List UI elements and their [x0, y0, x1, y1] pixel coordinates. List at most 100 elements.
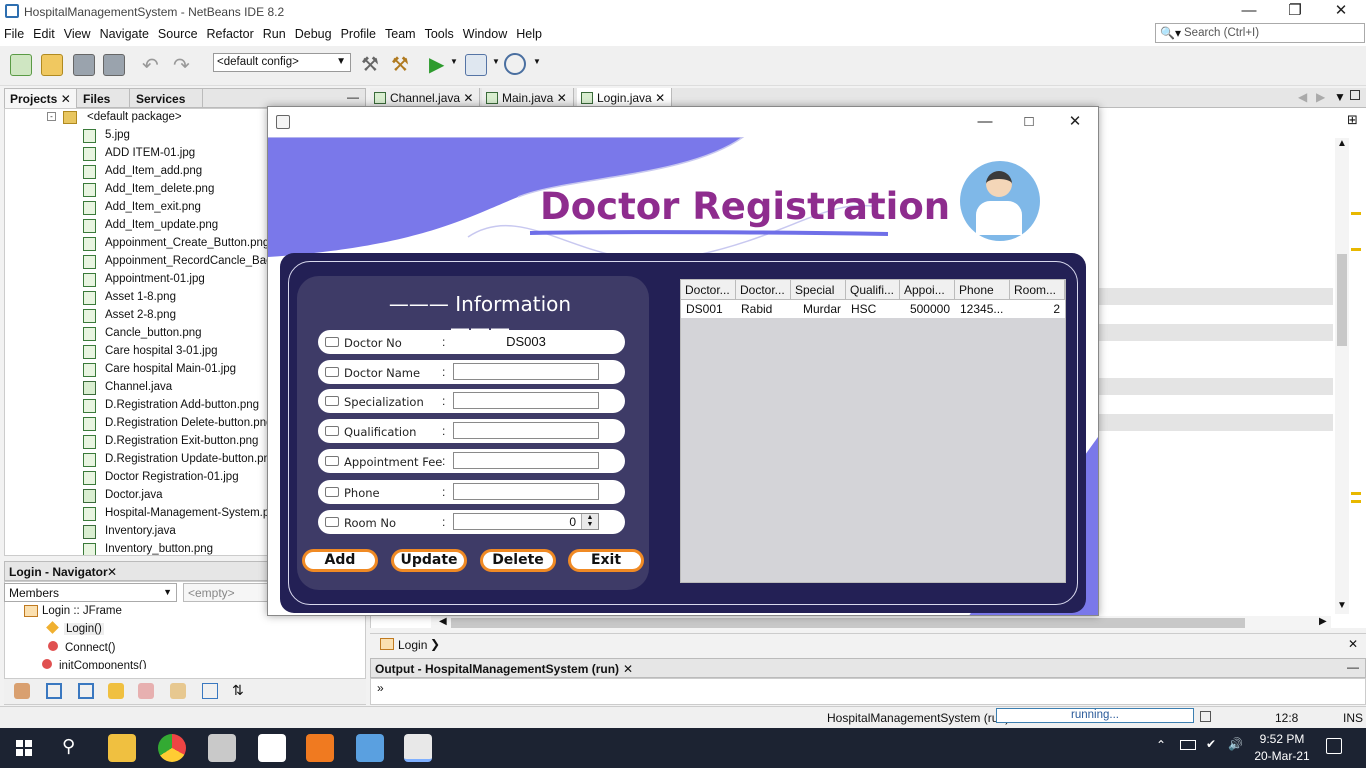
navigator-root[interactable]: Login :: JFrame [10, 605, 122, 623]
members-select[interactable]: Members ▼ [4, 583, 177, 602]
close-icon[interactable]: ✕ [61, 92, 71, 106]
close-icon[interactable]: ✕ [107, 565, 117, 579]
scroll-right-icon[interactable]: ▶ [1316, 90, 1325, 104]
profile-dropdown-icon[interactable]: ▼ [533, 57, 541, 66]
table-column-header[interactable]: Qualifi... [846, 280, 900, 300]
split-icon[interactable]: ⊞ [1347, 112, 1358, 128]
profile-icon[interactable] [504, 53, 526, 75]
breadcrumb-item[interactable]: Login [398, 638, 427, 652]
table-column-header[interactable]: Appoi... [900, 280, 955, 300]
chevron-up-icon[interactable]: ⌃ [1156, 738, 1166, 752]
xampp-icon[interactable] [306, 734, 334, 762]
scroll-up-icon[interactable]: ▲ [1337, 138, 1347, 149]
scroll-left-icon[interactable]: ◀ [1298, 90, 1307, 104]
wifi-icon[interactable]: ✔ [1206, 737, 1216, 751]
menu-source[interactable]: Source [154, 24, 203, 41]
menu-view[interactable]: View [60, 24, 96, 41]
java-app-icon[interactable] [404, 734, 432, 762]
doctor-table[interactable]: Doctor... Doctor... Special Qualifi... Appoi… [680, 279, 1066, 583]
clean-build-icon[interactable]: ⚒ [391, 52, 409, 77]
menu-file[interactable]: File [0, 24, 29, 41]
collapse-icon[interactable]: - [47, 112, 56, 121]
minimize-panel-icon[interactable]: — [347, 90, 359, 104]
table-column-header[interactable]: Phone [955, 280, 1010, 300]
navigator-item[interactable]: initComponents() [42, 659, 147, 669]
menu-run[interactable]: Run [259, 24, 291, 41]
filter-icon[interactable] [138, 683, 154, 699]
restore-button[interactable]: ❐ [1272, 0, 1318, 24]
spinner-arrows-icon[interactable]: ▲ ▼ [581, 514, 598, 529]
add-button[interactable]: Add [302, 549, 378, 572]
scroll-down-icon[interactable]: ▼ [1337, 600, 1347, 611]
menu-profile[interactable]: Profile [337, 24, 381, 41]
field-input[interactable] [453, 452, 599, 469]
debug-icon[interactable] [465, 54, 487, 76]
new-project-icon[interactable] [41, 54, 63, 76]
scroll-left-icon[interactable]: ◀ [439, 616, 447, 627]
battery-icon[interactable] [1180, 740, 1196, 750]
sort-icon[interactable]: ⇅ [232, 682, 244, 699]
tab-login-java[interactable]: Login.java ✕ [577, 88, 673, 108]
build-hammer-icon[interactable]: ⚒ [361, 52, 379, 77]
field-input[interactable] [453, 483, 599, 500]
field-input[interactable] [453, 363, 599, 380]
navigator-item[interactable]: Login() [46, 621, 104, 641]
paint-app-icon[interactable] [208, 734, 236, 762]
redo-icon[interactable]: ↷ [173, 53, 190, 78]
menu-debug[interactable]: Debug [291, 24, 337, 41]
sort-icon[interactable] [202, 683, 218, 699]
filter-icon[interactable] [14, 683, 30, 699]
navigator-filter[interactable]: <empty> [183, 583, 273, 602]
table-row[interactable]: DS001 Rabid Murdar HSC 500000 12345... 2 [681, 300, 1065, 318]
filter-icon[interactable] [46, 683, 62, 699]
table-column-header[interactable]: Doctor... [736, 280, 791, 300]
close-button[interactable]: ✕ [1318, 0, 1364, 24]
maximize-icon[interactable] [1350, 90, 1360, 100]
scrollbar-thumb[interactable] [1337, 254, 1347, 346]
maximize-button[interactable]: □ [1006, 111, 1052, 135]
tab-channel-java[interactable]: Channel.java ✕ [370, 88, 481, 108]
scrollbar-thumb[interactable] [451, 618, 1245, 628]
delete-button[interactable]: Delete [480, 549, 556, 572]
taskbar-clock[interactable]: 9:52 PM 20-Mar-21 [1250, 731, 1314, 765]
menu-refactor[interactable]: Refactor [203, 24, 259, 41]
search-icon[interactable]: ⚲ [62, 736, 75, 757]
open-project-icon[interactable] [73, 54, 95, 76]
navigator-item[interactable]: Connect() [48, 641, 116, 659]
volume-icon[interactable]: 🔊 [1228, 737, 1243, 751]
filter-icon[interactable] [170, 683, 186, 699]
progress-bar[interactable]: running... [996, 708, 1194, 723]
run-dropdown-icon[interactable]: ▼ [450, 57, 458, 66]
menu-help[interactable]: Help [512, 24, 547, 41]
virtualbox-icon[interactable] [356, 734, 384, 762]
notification-icon[interactable] [1326, 738, 1342, 754]
save-all-icon[interactable] [103, 54, 125, 76]
room-no-spinner[interactable]: 0 ▲ ▼ [453, 513, 599, 530]
minimize-button[interactable]: — [962, 111, 1008, 135]
vertical-scrollbar[interactable]: ▲ ▼ [1335, 138, 1349, 614]
notion-icon[interactable] [258, 734, 286, 762]
horizontal-scrollbar[interactable]: ◀ ▶ [431, 616, 1331, 630]
table-column-header[interactable]: Special [791, 280, 846, 300]
config-select[interactable]: <default config> ▼ [213, 53, 351, 72]
field-input[interactable] [453, 422, 599, 439]
stop-icon[interactable] [1200, 711, 1211, 722]
table-column-header[interactable]: Room... [1010, 280, 1065, 300]
undo-icon[interactable]: ↶ [142, 53, 159, 78]
scroll-right-icon[interactable]: ▶ [1319, 616, 1327, 627]
update-button[interactable]: Update [391, 549, 467, 572]
close-icon[interactable]: ✕ [557, 91, 567, 105]
file-explorer-icon[interactable] [108, 734, 136, 762]
filter-icon[interactable] [78, 683, 94, 699]
tab-files[interactable]: Files [78, 89, 130, 108]
menu-tools[interactable]: Tools [421, 24, 459, 41]
menu-team[interactable]: Team [381, 24, 421, 41]
close-button[interactable]: ✕ [1052, 111, 1098, 135]
windows-start-icon[interactable] [16, 740, 32, 756]
tab-services[interactable]: Services [131, 89, 203, 108]
debug-dropdown-icon[interactable]: ▼ [492, 57, 500, 66]
output-panel[interactable]: » [370, 678, 1366, 705]
close-icon[interactable]: ✕ [623, 662, 633, 676]
menu-edit[interactable]: Edit [29, 24, 60, 41]
minimize-button[interactable]: — [1226, 0, 1272, 24]
